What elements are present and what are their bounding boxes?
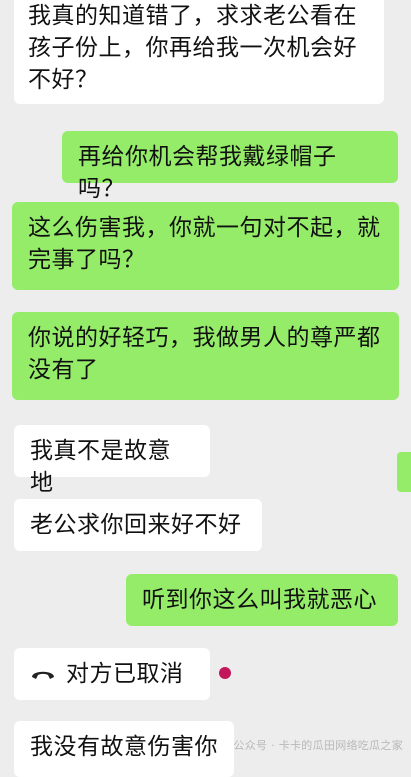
message-text: 我真不是故意地 — [30, 438, 171, 496]
message-text: 再给你机会帮我戴绿帽子吗？ — [78, 144, 337, 202]
incoming-message-bubble[interactable]: 我真不是故意地 — [14, 425, 210, 496]
incoming-message-bubble[interactable]: 我没有故意伤害你 — [14, 721, 234, 777]
indicator-dot — [219, 667, 231, 679]
message-text: 我真的知道错了，求求老公看在孩子份上，你再给我一次机会好不好？ — [28, 3, 357, 93]
message-text: 这么伤害我，你就一句对不起，就完事了吗？ — [28, 215, 381, 273]
outgoing-message-bubble[interactable]: 你说的好轻巧，我做男人的尊严都没有了 — [12, 312, 399, 400]
message-text: 你说的好轻巧，我做男人的尊严都没有了 — [28, 325, 381, 383]
outgoing-message-bubble[interactable]: 听到你这么叫我就恶心 — [126, 574, 398, 626]
message-text: 老公求你回来好不好 — [30, 512, 242, 538]
call-cancelled-bubble[interactable]: 对方已取消 — [14, 648, 210, 700]
message-text: 听到你这么叫我就恶心 — [142, 587, 377, 613]
incoming-message-bubble[interactable]: 老公求你回来好不好 — [14, 499, 262, 551]
hangup-phone-icon — [30, 667, 56, 681]
outgoing-message-bubble[interactable]: 再给你机会帮我戴绿帽子吗？ — [62, 131, 398, 202]
watermark: 公众号 · 卡卡的瓜田网络吃瓜之家 — [233, 739, 403, 752]
incoming-message-bubble[interactable]: 我真的知道错了，求求老公看在孩子份上，你再给我一次机会好不好？ — [14, 0, 384, 104]
message-text: 对方已取消 — [66, 661, 184, 687]
edge-bubble-fragment — [397, 452, 411, 492]
message-text: 我没有故意伤害你 — [30, 734, 218, 760]
outgoing-message-bubble[interactable]: 这么伤害我，你就一句对不起，就完事了吗？ — [12, 202, 399, 290]
